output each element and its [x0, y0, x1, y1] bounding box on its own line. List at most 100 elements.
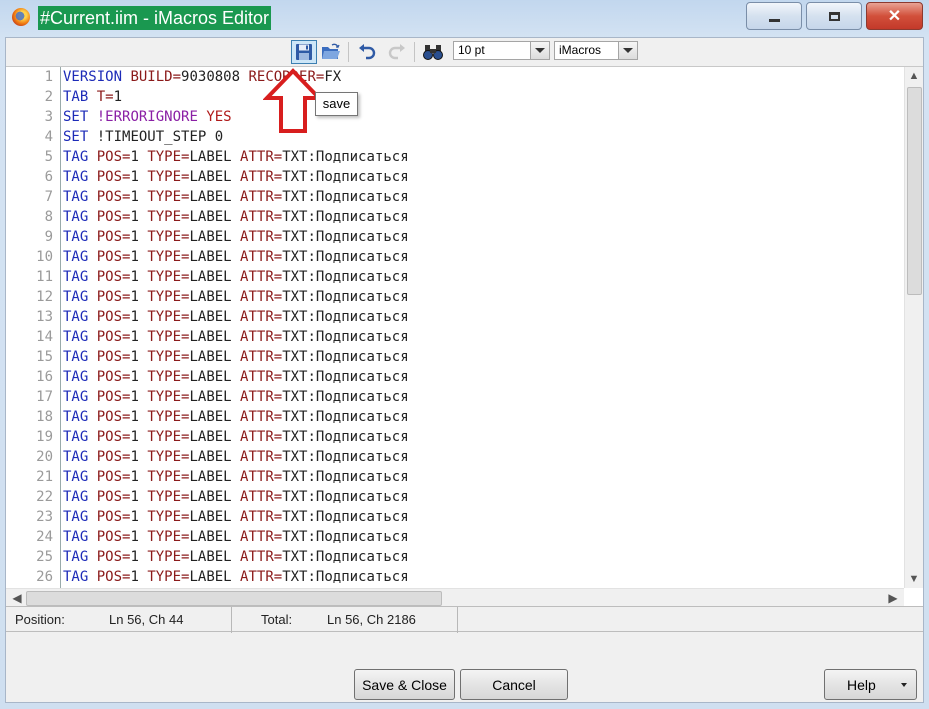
vertical-scroll-thumb[interactable] [907, 87, 922, 295]
line-number: 13 [36, 309, 53, 325]
code-line: TAG POS=1 TYPE=LABEL ATTR=TXT:Подписатьс… [63, 187, 903, 207]
code-token: LABEL [189, 549, 241, 565]
code-token: TXT:Подписаться [282, 149, 409, 165]
position-value: Ln 56, Ch 44 [109, 612, 184, 627]
toolbar: 10 pt iMacros [6, 38, 923, 66]
code-token: ATTR= [240, 349, 283, 365]
horizontal-scroll-thumb[interactable] [26, 591, 442, 606]
code-token: LABEL [189, 189, 241, 205]
line-number: 12 [36, 289, 53, 305]
code-token: ATTR= [240, 389, 283, 405]
line-number: 2 [44, 89, 53, 105]
code-token: POS= [88, 369, 131, 385]
code-token: POS= [88, 209, 131, 225]
code-token: TAG [63, 569, 89, 585]
code-line: TAG POS=1 TYPE=LABEL ATTR=TXT:Подписатьс… [63, 327, 903, 347]
code-token: LABEL [189, 149, 241, 165]
code-token: ATTR= [240, 249, 283, 265]
status-divider [457, 607, 458, 633]
line-number: 14 [36, 329, 53, 345]
code-token: ATTR= [240, 209, 283, 225]
code-token: ATTR= [240, 409, 283, 425]
code-token: POS= [88, 189, 131, 205]
code-token: POS= [88, 249, 131, 265]
code-token: TYPE= [147, 569, 190, 585]
code-token: TYPE= [147, 349, 190, 365]
save-tooltip: save [315, 92, 358, 116]
code-line: SET !ERRORIGNORE YES [63, 107, 903, 127]
code-token: LABEL [189, 249, 241, 265]
code-token: TYPE= [147, 189, 190, 205]
save-button[interactable] [291, 40, 317, 64]
status-bar: Position: Ln 56, Ch 44 Total: Ln 56, Ch … [6, 606, 923, 633]
code-token: 1 [130, 169, 148, 185]
scroll-left-icon[interactable]: ◀ [8, 589, 26, 606]
code-token: !TIMEOUT_STEP 0 [88, 129, 224, 145]
code-token: TXT:Подписаться [282, 489, 409, 505]
code-token: POS= [88, 529, 131, 545]
code-token: TYPE= [147, 249, 190, 265]
code-token: POS= [88, 329, 131, 345]
code-token: TYPE= [147, 429, 190, 445]
code-token: POS= [88, 429, 131, 445]
code-token: POS= [88, 269, 131, 285]
code-token: TAG [63, 189, 89, 205]
code-token: YES [206, 109, 232, 125]
redo-button[interactable] [384, 40, 410, 64]
code-token: TXT:Подписаться [282, 569, 409, 585]
open-button[interactable] [318, 40, 344, 64]
code-token: 1 [113, 89, 123, 105]
scroll-down-icon[interactable]: ▼ [905, 570, 923, 588]
line-number: 25 [36, 549, 53, 565]
line-number: 19 [36, 429, 53, 445]
minimize-button[interactable] [746, 2, 802, 30]
code-token: T= [88, 89, 114, 105]
code-line: TAG POS=1 TYPE=LABEL ATTR=TXT:Подписатьс… [63, 287, 903, 307]
vertical-scrollbar[interactable]: ▲ ▼ [904, 67, 923, 588]
code-token: POS= [88, 389, 131, 405]
scroll-right-icon[interactable]: ▶ [884, 589, 902, 606]
code-line: TAG POS=1 TYPE=LABEL ATTR=TXT:Подписатьс… [63, 427, 903, 447]
line-number: 3 [44, 109, 53, 125]
code-token: LABEL [189, 509, 241, 525]
code-token: TAG [63, 289, 89, 305]
code-text-area[interactable]: VERSION BUILD=9030808 RECORDER=FXTAB T=1… [63, 67, 903, 588]
horizontal-scrollbar[interactable]: ◀ ▶ [6, 588, 904, 606]
cancel-button[interactable]: Cancel [460, 669, 568, 700]
font-size-select[interactable]: 10 pt [453, 41, 550, 60]
code-token: TAG [63, 549, 89, 565]
code-line: TAG POS=1 TYPE=LABEL ATTR=TXT:Подписатьс… [63, 227, 903, 247]
save-and-close-button[interactable]: Save & Close [354, 669, 455, 700]
code-token: POS= [88, 289, 131, 305]
code-line: TAG POS=1 TYPE=LABEL ATTR=TXT:Подписатьс… [63, 567, 903, 587]
code-token: POS= [88, 409, 131, 425]
code-token: TYPE= [147, 149, 190, 165]
code-token: TAG [63, 489, 89, 505]
code-token: ATTR= [240, 549, 283, 565]
maximize-button[interactable] [806, 2, 862, 30]
undo-button[interactable] [354, 40, 380, 64]
scroll-up-icon[interactable]: ▲ [905, 67, 923, 85]
total-value: Ln 56, Ch 2186 [327, 612, 416, 627]
code-token: ATTR= [240, 469, 283, 485]
total-label: Total: [261, 612, 293, 627]
code-editor[interactable]: 1 2 3 4 5 6 7 8 9 10 11 12 13 14 15 16 17 18 19 20 21 22 23 24 2… [6, 66, 923, 606]
code-token: TXT:Подписаться [282, 349, 409, 365]
code-token: LABEL [189, 289, 241, 305]
code-token: 1 [130, 289, 148, 305]
minimize-icon [768, 18, 780, 22]
code-token: POS= [88, 149, 131, 165]
help-button[interactable]: Help [824, 669, 917, 700]
code-token: TXT:Подписаться [282, 309, 409, 325]
code-token: 1 [130, 329, 148, 345]
code-token: POS= [88, 469, 131, 485]
code-token: ATTR= [240, 569, 283, 585]
code-token: 1 [130, 249, 148, 265]
code-token: SET [63, 109, 89, 125]
syntax-mode-select[interactable]: iMacros [554, 41, 638, 60]
find-button[interactable] [420, 40, 446, 64]
close-button[interactable]: ✕ [866, 2, 923, 30]
code-token: ATTR= [240, 509, 283, 525]
code-token: TYPE= [147, 269, 190, 285]
